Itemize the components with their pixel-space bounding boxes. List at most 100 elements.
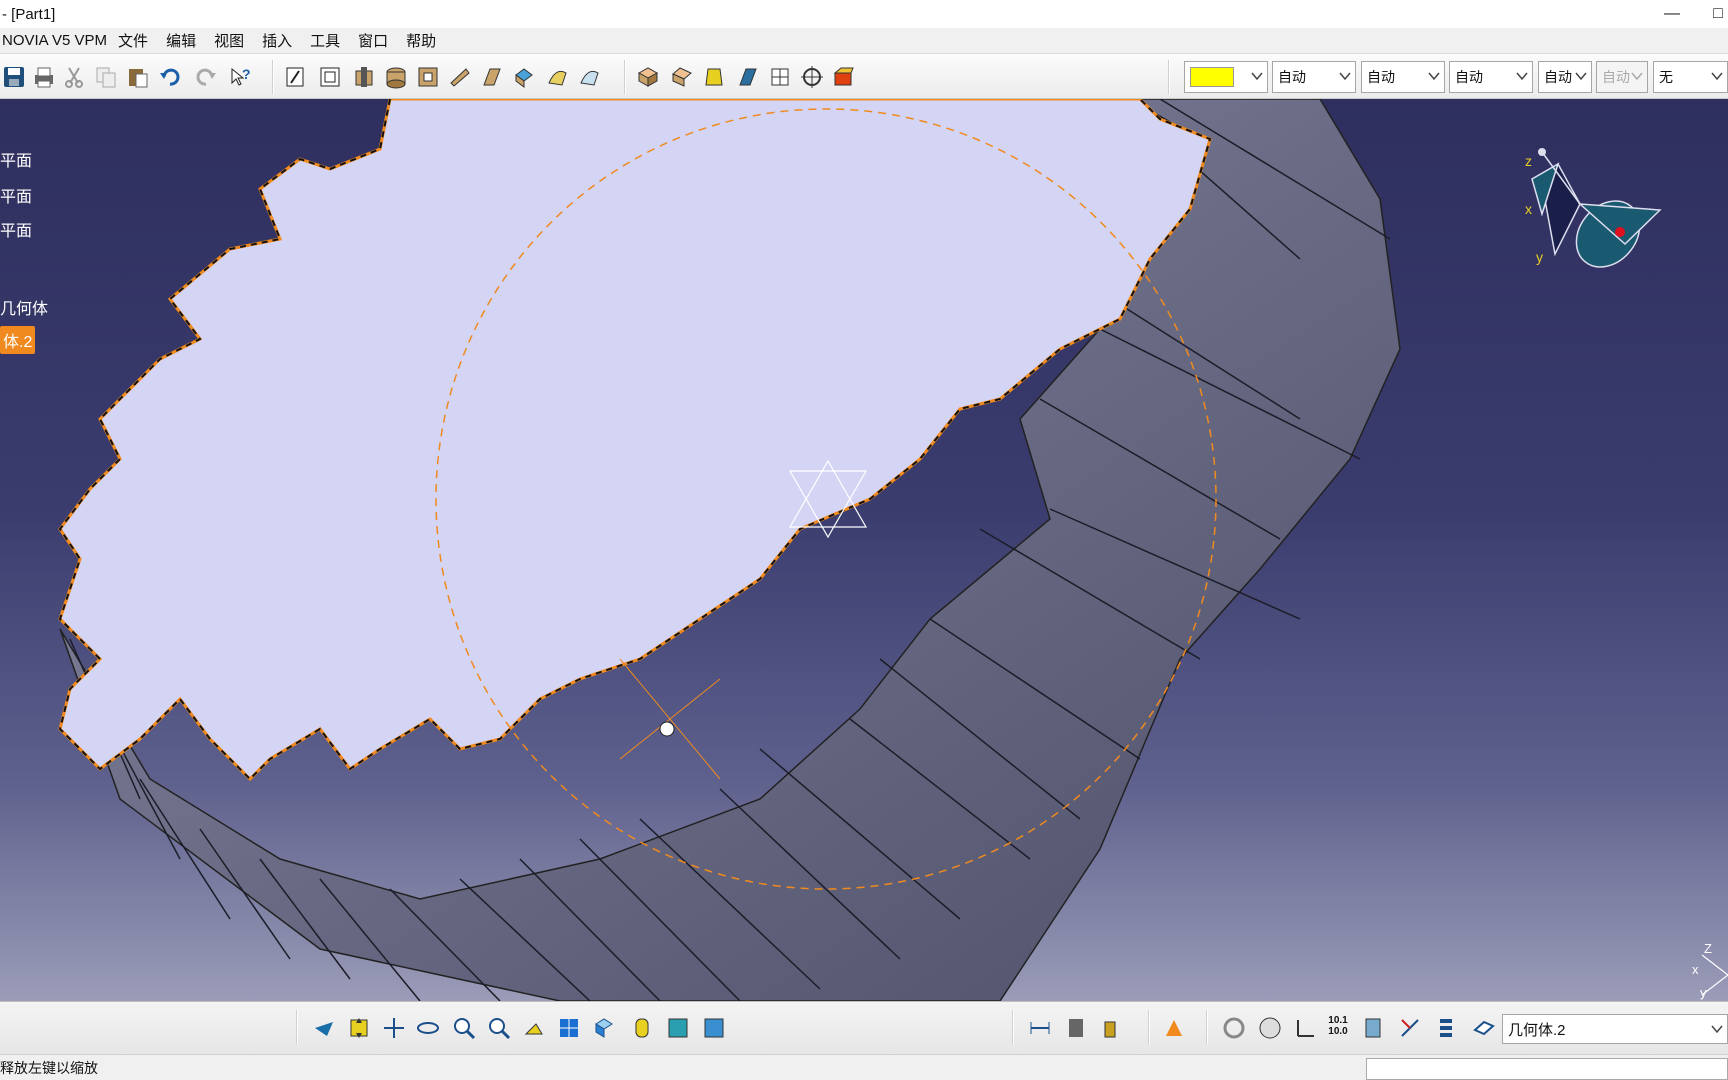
layer-value: 自动 [1602, 69, 1630, 85]
compass-x-label: x [1525, 201, 1532, 217]
zoom-out-icon[interactable] [485, 1014, 513, 1042]
menu-insert[interactable]: 插入 [253, 30, 301, 51]
tree-item-body-2[interactable]: 体.2 [0, 326, 36, 354]
rotate-icon[interactable] [414, 1014, 442, 1042]
manipulate-icon[interactable] [1256, 1014, 1284, 1042]
menu-bar: NOVIA V5 VPM 文件 编辑 视图 插入 工具 窗口 帮助 [0, 28, 1728, 54]
transparency-value: 自动 [1278, 69, 1306, 85]
maximize-icon[interactable]: □ [1708, 0, 1728, 28]
save-icon[interactable] [0, 63, 28, 91]
3d-viewport[interactable]: 平面 平面 平面 几何体 体.2 z x y Z x y [0, 99, 1728, 1001]
catalog-icon[interactable] [1160, 1014, 1188, 1042]
thickness-icon[interactable] [766, 63, 794, 91]
pan-icon[interactable] [380, 1014, 408, 1042]
multi-section-icon[interactable] [544, 63, 572, 91]
apply-material-icon[interactable] [1062, 1014, 1090, 1042]
chevron-down-icon [1711, 72, 1723, 81]
scan-icon[interactable] [1396, 1014, 1424, 1042]
geometry-icon[interactable] [1360, 1014, 1388, 1042]
hole-icon[interactable] [830, 63, 858, 91]
point-type-select[interactable]: 自动 [1538, 61, 1592, 93]
chevron-down-icon [1516, 72, 1528, 81]
shell-icon[interactable] [734, 63, 762, 91]
chevron-down-icon [1631, 72, 1643, 81]
stack-icon[interactable] [1432, 1014, 1460, 1042]
svg-text:?: ? [242, 66, 251, 82]
tree-item-plane-1[interactable]: 平面 [0, 147, 32, 171]
shading-icon[interactable] [628, 1014, 656, 1042]
app-menu-label[interactable]: NOVIA V5 VPM [0, 32, 109, 49]
chevron-down-icon [1575, 72, 1587, 81]
measure-icon[interactable] [1026, 1014, 1054, 1042]
line-type-select[interactable]: 自动 [1449, 61, 1533, 93]
positioned-sketch-icon[interactable] [316, 63, 344, 91]
menu-tools[interactable]: 工具 [301, 30, 349, 51]
fill-color-select[interactable] [1184, 61, 1268, 93]
sketch-icon[interactable] [282, 63, 310, 91]
axis-z-label: Z [1704, 941, 1712, 956]
units-icon[interactable]: 10.1 10.0 [1324, 1012, 1352, 1040]
hand-cursor-icon [659, 721, 675, 737]
thread-icon[interactable] [798, 63, 826, 91]
cut-icon[interactable] [60, 63, 88, 91]
menu-help[interactable]: 帮助 [397, 30, 445, 51]
chevron-down-icon [1339, 72, 1351, 81]
zoom-in-icon[interactable] [450, 1014, 478, 1042]
compass-y-label: y [1536, 249, 1543, 265]
menu-view[interactable]: 视图 [205, 30, 253, 51]
multi-view-icon[interactable] [555, 1014, 583, 1042]
slot-icon[interactable] [510, 63, 538, 91]
view-toolbar: 10.1 10.0 几何体.2 [0, 1001, 1728, 1054]
status-bar: 释放左键以缩放 [0, 1054, 1728, 1080]
tree-item-plane-2[interactable]: 平面 [0, 183, 32, 207]
fly-mode-icon[interactable] [310, 1014, 338, 1042]
menu-edit[interactable]: 编辑 [157, 30, 205, 51]
menu-window[interactable]: 窗口 [349, 30, 397, 51]
groove-icon[interactable] [446, 63, 474, 91]
shaft-icon[interactable] [414, 63, 442, 91]
paste-icon[interactable] [124, 63, 152, 91]
minimize-icon[interactable]: — [1650, 0, 1694, 28]
whats-this-icon[interactable]: ? [226, 63, 254, 91]
status-message: 释放左键以缩放 [0, 1059, 98, 1076]
render-style-select[interactable]: 无 [1653, 61, 1728, 93]
pocket-icon[interactable] [382, 63, 410, 91]
gear-model[interactable] [0, 99, 1728, 1001]
copy-icon[interactable] [92, 63, 120, 91]
menu-file[interactable]: 文件 [109, 30, 157, 51]
tree-item-part-body[interactable]: 几何体 [0, 295, 48, 319]
title-bar: - [Part1] — □ [0, 0, 1728, 28]
current-body-select[interactable]: 几何体.2 [1502, 1014, 1728, 1044]
chevron-down-icon [1711, 1025, 1723, 1034]
compass-icon[interactable]: z x y [1520, 144, 1670, 284]
mass-icon[interactable] [1096, 1014, 1124, 1042]
compass-z-label: z [1525, 153, 1532, 169]
removed-multi-section-icon[interactable] [576, 63, 604, 91]
fit-all-icon[interactable] [345, 1014, 373, 1042]
chamfer-icon[interactable] [668, 63, 696, 91]
rib-icon[interactable] [478, 63, 506, 91]
line-thickness-select[interactable]: 自动 [1361, 61, 1445, 93]
draft-icon[interactable] [700, 63, 728, 91]
swap-visible-icon[interactable] [700, 1014, 728, 1042]
axis-triad-icon: Z x y [1692, 941, 1728, 1000]
fillet-icon[interactable] [634, 63, 662, 91]
chevron-down-icon [1251, 72, 1263, 81]
update-icon[interactable] [1220, 1014, 1248, 1042]
point-type-value: 自动 [1544, 69, 1572, 85]
print-icon[interactable] [30, 63, 58, 91]
redo-icon[interactable] [192, 63, 220, 91]
iso-view-icon[interactable] [590, 1014, 618, 1042]
transparency-select[interactable]: 自动 [1272, 61, 1356, 93]
tree-item-plane-3[interactable]: 平面 [0, 217, 32, 241]
layer-icon[interactable] [1470, 1014, 1498, 1042]
layer-select-disabled: 自动 [1596, 61, 1648, 93]
undo-icon[interactable] [156, 63, 184, 91]
main-toolbar: ? 自动 自动 自动 自动 自动 无 [0, 55, 1728, 99]
line-thickness-value: 自动 [1367, 69, 1395, 85]
axis-system-icon[interactable] [1290, 1014, 1318, 1042]
hide-show-icon[interactable] [664, 1014, 692, 1042]
normal-view-icon[interactable] [520, 1014, 548, 1042]
pad-icon[interactable] [350, 63, 378, 91]
command-input[interactable] [1366, 1058, 1728, 1080]
